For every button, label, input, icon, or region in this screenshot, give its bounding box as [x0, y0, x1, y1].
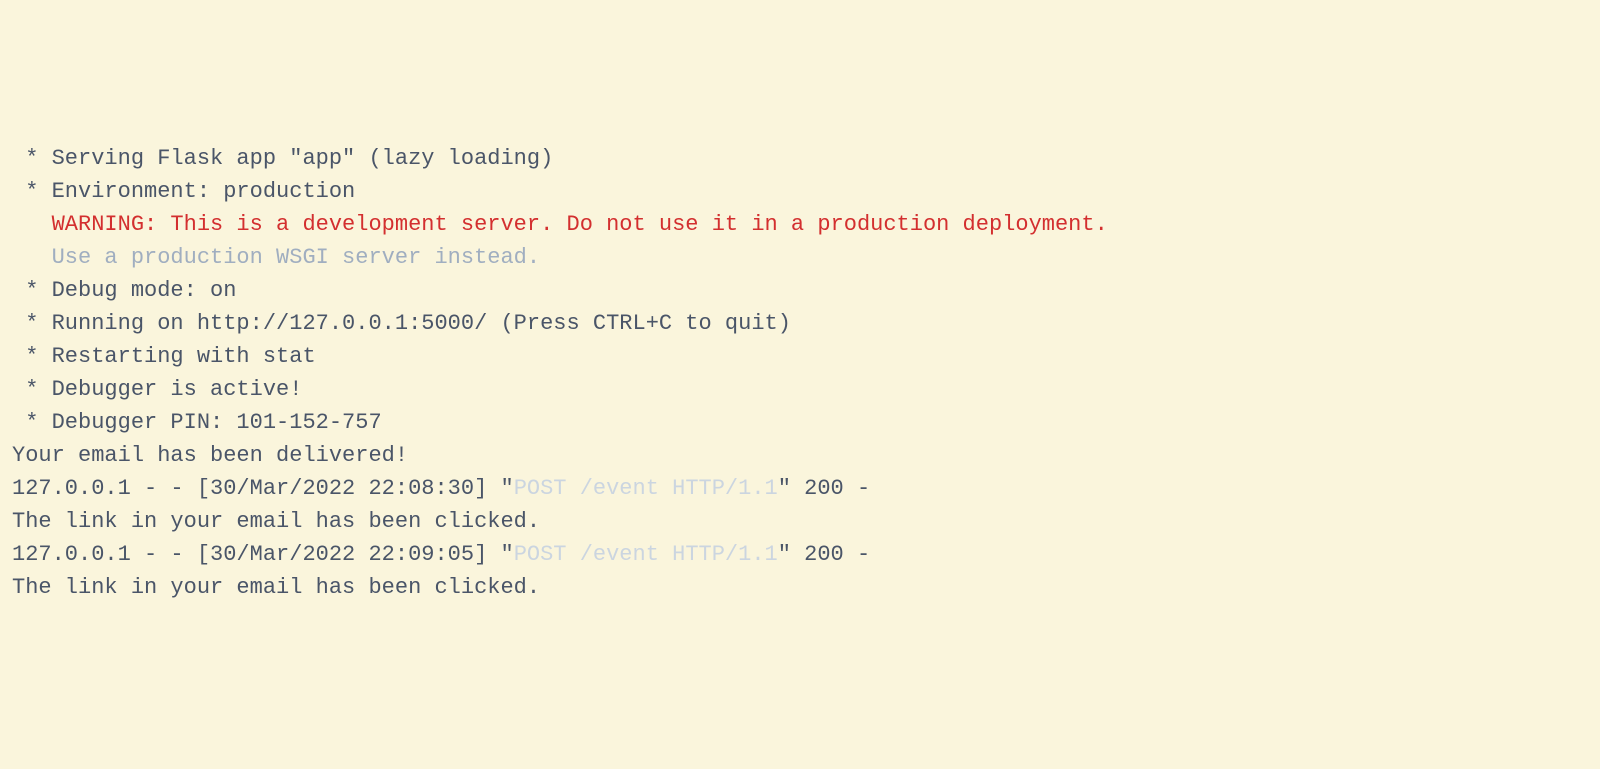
log-line-environment: * Environment: production [12, 175, 1588, 208]
log-line-restarting: * Restarting with stat [12, 340, 1588, 373]
log-line-debug-mode: * Debug mode: on [12, 274, 1588, 307]
log-line-link-clicked-1: The link in your email has been clicked. [12, 505, 1588, 538]
log-line-request-2: 127.0.0.1 - - [30/Mar/2022 22:09:05] "PO… [12, 538, 1588, 571]
log-line-warning: WARNING: This is a development server. D… [12, 208, 1588, 241]
log-line-running: * Running on http://127.0.0.1:5000/ (Pre… [12, 307, 1588, 340]
log-line-link-clicked-2: The link in your email has been clicked. [12, 571, 1588, 604]
log-line-debugger-pin: * Debugger PIN: 101-152-757 [12, 406, 1588, 439]
request-suffix: " 200 - [778, 476, 870, 501]
log-line-email-delivered: Your email has been delivered! [12, 439, 1588, 472]
terminal-output: * Serving Flask app "app" (lazy loading)… [12, 142, 1588, 604]
log-line-serving: * Serving Flask app "app" (lazy loading) [12, 142, 1588, 175]
request-suffix: " 200 - [778, 542, 870, 567]
log-line-debugger-active: * Debugger is active! [12, 373, 1588, 406]
log-line-request-1: 127.0.0.1 - - [30/Mar/2022 22:08:30] "PO… [12, 472, 1588, 505]
request-path: POST /event HTTP/1.1 [514, 542, 778, 567]
request-prefix: 127.0.0.1 - - [30/Mar/2022 22:08:30] " [12, 476, 514, 501]
request-path: POST /event HTTP/1.1 [514, 476, 778, 501]
request-prefix: 127.0.0.1 - - [30/Mar/2022 22:09:05] " [12, 542, 514, 567]
log-line-hint: Use a production WSGI server instead. [12, 241, 1588, 274]
